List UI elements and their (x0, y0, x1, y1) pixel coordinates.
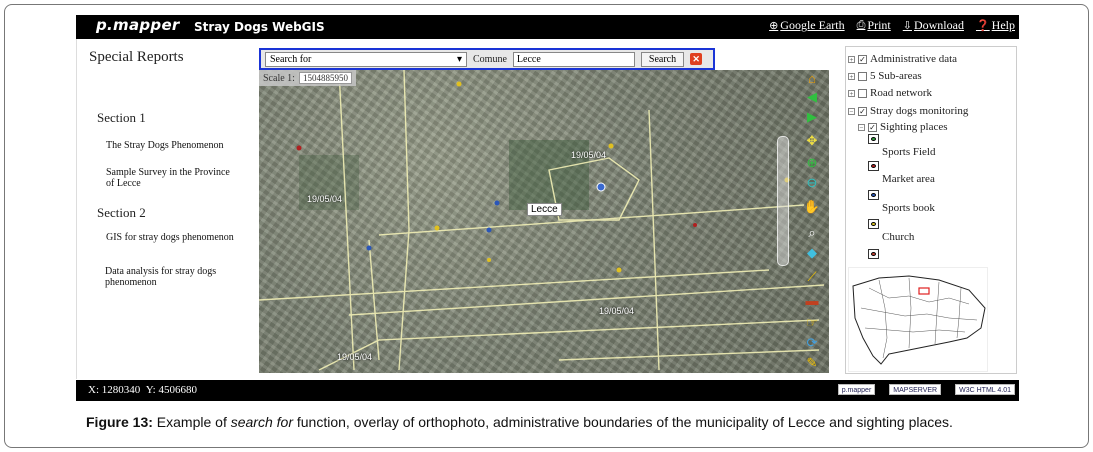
help-icon: ❓ (975, 20, 990, 32)
zoom-extent-icon[interactable]: ✥ (803, 134, 821, 148)
date-label: 19/05/04 (307, 194, 343, 204)
search-type-select[interactable]: Search for ▾ (265, 51, 467, 67)
tree-expand-icon[interactable]: + (848, 89, 855, 97)
layer-checkbox[interactable]: ✓ (858, 106, 867, 116)
scale-box: Scale 1: 1504885950 (259, 70, 356, 86)
date-label: 19/05/04 (599, 306, 635, 316)
legend-label: Sports Field (882, 146, 936, 158)
toc-administrative-data[interactable]: + ✓ Administrative data (848, 53, 957, 65)
footer-badges: p.mapper MAPSERVER W3C HTML 4.01 (837, 384, 1015, 395)
google-earth-link[interactable]: ⊕ Google Earth (769, 18, 845, 33)
tree-expand-icon[interactable]: + (848, 55, 855, 63)
app-title: Stray Dogs WebGIS (194, 20, 325, 34)
search-button[interactable]: Search (640, 51, 685, 67)
legend-symbol-market-area (868, 161, 879, 171)
y-coordinate: 4506680 (158, 384, 198, 396)
layer-checkbox[interactable] (858, 71, 867, 81)
overview-extent-box[interactable] (918, 287, 930, 295)
legend-symbol (868, 249, 879, 259)
toc-stray-dogs-monitoring[interactable]: − ✓ Stray dogs monitoring (848, 105, 968, 117)
overview-outline (852, 275, 986, 365)
x-coordinate: 1280340 (101, 384, 141, 396)
toc-sub-areas[interactable]: +5 Sub-areas (848, 70, 922, 82)
tree-expand-icon[interactable]: + (848, 72, 855, 80)
layer-checkbox[interactable]: ✓ (858, 54, 867, 64)
report-link-gis[interactable]: GIS for stray dogs phenomenon (106, 232, 234, 243)
scale-input[interactable]: 1504885950 (298, 72, 352, 84)
coordinate-readout: X: 1280340 Y: 4506680 (88, 384, 197, 396)
map-overlay (259, 70, 825, 371)
legend-symbol-sports-field (868, 134, 879, 144)
zoom-slider[interactable] (777, 136, 789, 266)
legend-symbol-church (868, 219, 879, 229)
pointer-icon[interactable]: ☞ (803, 316, 821, 330)
app-logo: p.mapper (96, 16, 180, 34)
report-link-data-analysis[interactable]: Data analysis for stray dogs phenomenon (105, 266, 235, 288)
section-heading: Section 2 (97, 205, 146, 220)
top-links: ⊕ Google Earth ⎙ Print ⇩ Download ❓ Help (769, 18, 1015, 33)
report-link-stray-dogs-phenomenon[interactable]: The Stray Dogs Phenomenon (106, 140, 224, 151)
zoom-in-icon[interactable]: ⊕ (803, 156, 821, 170)
toc-sighting-places[interactable]: − ✓ Sighting places (858, 121, 948, 133)
app-header: p.mapper Stray Dogs WebGIS ⊕ Google Earth… (76, 15, 1019, 39)
measure-icon[interactable]: ⟋ (803, 270, 821, 284)
select-icon[interactable]: ◆ (803, 246, 821, 260)
legend-label: Market area (882, 173, 935, 185)
map-view[interactable]: Scale 1: 1504885950 19/05/04 19/05/04 19… (259, 70, 829, 373)
download-icon: ⇩ (902, 20, 912, 32)
zoom-out-icon[interactable]: ⊖ (803, 176, 821, 190)
map-toolbar: ⌂ ◀ ▶ ✥ ⊕ ⊖ ✋ ⌕ ◆ ⟋ ▬ ☞ ⟳ ✎ (801, 70, 823, 373)
legend-symbol-sports-book (868, 190, 879, 200)
tool-icon[interactable]: ✎ (803, 356, 821, 370)
status-bar: X: 1280340 Y: 4506680 p.mapper MAPSERVER… (76, 380, 1019, 401)
comune-label: Comune (473, 53, 507, 65)
w3c-badge[interactable]: W3C HTML 4.01 (955, 384, 1015, 395)
printer-icon: ⎙ (856, 19, 866, 31)
refresh-icon[interactable]: ⟳ (803, 336, 821, 350)
overview-map[interactable] (848, 267, 988, 372)
forward-arrow-icon[interactable]: ▶ (803, 110, 821, 124)
layer-checkbox[interactable]: ✓ (868, 122, 877, 132)
comune-input[interactable]: Lecce (512, 51, 635, 67)
layer-checkbox[interactable] (858, 88, 867, 98)
close-icon[interactable]: ✕ (690, 53, 703, 65)
ruler-icon[interactable]: ▬ (803, 294, 821, 308)
date-label: 19/05/04 (571, 150, 607, 160)
report-link-sample-survey[interactable]: Sample Survey in the Province of Lecce (106, 167, 236, 189)
print-link[interactable]: ⎙ Print (857, 18, 891, 33)
panel-title: Special Reports (89, 49, 184, 65)
download-link[interactable]: ⇩ Download (903, 18, 964, 33)
pmapper-badge[interactable]: p.mapper (837, 384, 876, 395)
search-bar: Search for ▾ Comune Lecce Search ✕ (259, 48, 715, 70)
toc-road-network[interactable]: + Road network (848, 87, 932, 99)
figure-caption: Figure 13: Example of search for functio… (86, 414, 953, 430)
legend-label: Church (882, 231, 915, 243)
identify-icon[interactable]: ⌕ (803, 226, 821, 240)
pan-icon[interactable]: ✋ (803, 200, 821, 214)
help-link[interactable]: ❓ Help (976, 18, 1015, 33)
mapserver-badge[interactable]: MAPSERVER (889, 384, 942, 395)
back-arrow-icon[interactable]: ◀ (803, 90, 821, 104)
date-label: 19/05/04 (337, 352, 373, 362)
place-label: Lecce (527, 203, 562, 216)
admin-boundaries (259, 70, 825, 371)
tree-collapse-icon[interactable]: − (848, 107, 855, 115)
legend-label: Sports book (882, 202, 935, 214)
tree-collapse-icon[interactable]: − (858, 123, 865, 131)
special-reports-panel: Special Reports Section 1 The Stray Dogs… (76, 39, 256, 379)
dropdown-arrow-icon: ▾ (456, 53, 462, 65)
home-icon[interactable]: ⌂ (803, 72, 821, 86)
section-heading: Section 1 (97, 110, 146, 125)
globe-icon: ⊕ (769, 20, 779, 32)
scale-label: Scale 1: (263, 72, 295, 84)
